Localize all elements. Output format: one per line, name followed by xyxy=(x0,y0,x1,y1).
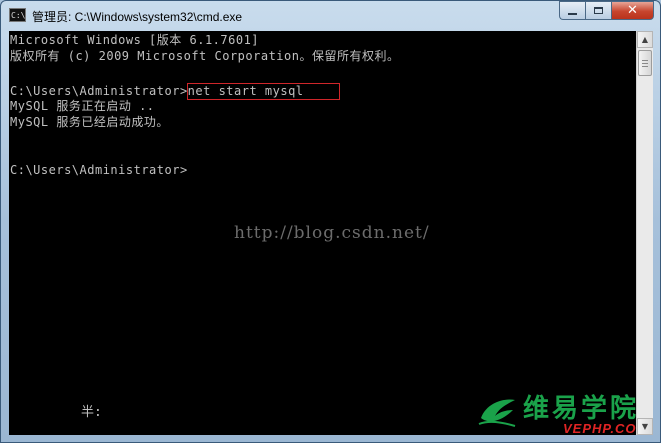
console-line: C:\Users\Administrator> xyxy=(10,163,188,177)
console-line: MySQL 服务正在启动 .. xyxy=(10,99,155,113)
ime-status: 半: xyxy=(81,405,102,420)
console-output[interactable]: Microsoft Windows [版本 6.1.7601] 版权所有 (c)… xyxy=(9,31,636,435)
console-line: Microsoft Windows [版本 6.1.7601] xyxy=(10,33,260,47)
close-icon: ✕ xyxy=(627,3,638,18)
scroll-up-button[interactable]: ▲ xyxy=(637,31,653,48)
grip-line xyxy=(642,63,648,64)
scroll-down-button[interactable]: ▼ xyxy=(637,418,653,435)
scroll-thumb[interactable] xyxy=(638,50,652,76)
caption-buttons: ✕ xyxy=(559,1,654,21)
window-title: 管理员: C:\Windows\system32\cmd.exe xyxy=(32,10,243,24)
logo-english-name: VEPHP.COM xyxy=(563,421,636,435)
command-highlight-box xyxy=(187,83,340,100)
grip-line xyxy=(642,66,648,67)
watermark-text: http://blog.csdn.net/ xyxy=(234,223,430,243)
vertical-scrollbar[interactable]: ▲ ▼ xyxy=(636,31,653,435)
console-line: 版权所有 (c) 2009 Microsoft Corporation。保留所有… xyxy=(10,49,400,63)
grip-line xyxy=(642,60,648,61)
cmd-window: C:\ 管理员: C:\Windows\system32\cmd.exe ✕ M… xyxy=(0,0,661,443)
cmd-icon[interactable]: C:\ xyxy=(9,8,26,22)
maximize-button[interactable] xyxy=(585,1,611,20)
logo-chinese-name: 维易学院 xyxy=(523,394,636,424)
vephp-logo: 维易学院 VEPHP.COM xyxy=(477,388,636,435)
maximize-icon xyxy=(594,7,603,14)
minimize-icon xyxy=(568,12,577,15)
close-button[interactable]: ✕ xyxy=(611,1,654,20)
minimize-button[interactable] xyxy=(559,1,585,20)
title-bar[interactable]: C:\ 管理员: C:\Windows\system32\cmd.exe ✕ xyxy=(1,1,660,31)
leaf-logo-icon xyxy=(478,399,516,427)
console-line: MySQL 服务已经启动成功。 xyxy=(10,115,169,129)
